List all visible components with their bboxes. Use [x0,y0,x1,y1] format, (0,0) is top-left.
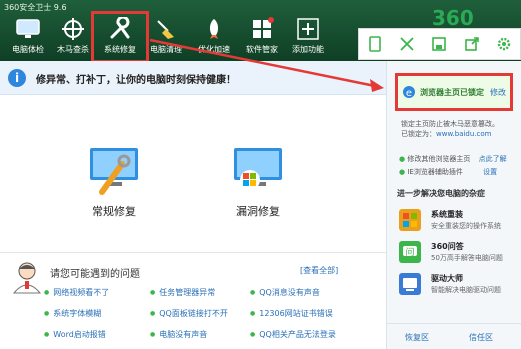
toolbar-item-checkup[interactable]: 电脑体检 [4,14,52,60]
faq-item[interactable]: 系统字体模糊 [44,308,101,319]
faq-item[interactable]: 网络视频看不了 [44,287,109,298]
plus-icon [294,16,322,42]
toolbar-label: 电脑清理 [150,45,182,54]
toolbar-item-software[interactable]: 软件管家 [238,14,286,60]
faq-item[interactable]: 12306网站证书错误 [250,308,332,319]
lock-prefix: 已锁定为： [401,130,436,138]
toolbar-item-speedup[interactable]: 优化加速 [190,14,238,60]
routine-repair-button[interactable]: 常规修复 [74,144,154,219]
vulnerability-repair-button[interactable]: 漏洞修复 [218,144,298,219]
faq-item[interactable]: Word启动报错 [44,329,106,340]
driver-icon [399,273,421,295]
app-name: 驱动大师 [431,274,463,283]
doctor-avatar [12,262,42,294]
svg-text:问: 问 [405,246,414,258]
main-area: 常规修复 漏洞修复 请您可能遇到的问题 [查看全部] 网络视频看不了 任务管理器… [0,96,386,349]
learn-more-link[interactable]: 点此了解 [479,155,507,163]
expand-icon[interactable] [398,35,416,53]
highlight-box [91,11,149,63]
option-other-browser: ● 修改其他浏览器主页 点此了解 [399,154,507,164]
app-system-reinstall[interactable]: 系统重装 安全重装您的操作系统 [399,207,519,237]
routine-repair-label: 常规修复 [92,205,136,218]
faq-item[interactable]: QQ相关产品无法登录 [250,329,336,340]
right-panel-footer: 恢复区 信任区 [387,323,521,349]
svg-text:e: e [406,88,412,99]
lock-description: 锁定主页防止被木马恶意篡改。 [401,120,499,128]
option-label: 修改其他浏览器主页 [407,155,471,163]
windows-icon [399,209,421,231]
right-panel: e 浏览器主页已锁定 修改 锁定主页防止被木马恶意篡改。 已锁定为：www.ba… [386,61,521,349]
modify-link[interactable]: 修改 [490,87,506,98]
app-desc: 安全重装您的操作系统 [431,222,501,230]
toolbar-label: 添加功能 [292,45,324,54]
app-360-qa[interactable]: 问 360问答 50万高手解答电脑问题 [399,239,519,269]
homepage-lock-status: e 浏览器主页已锁定 修改 [395,73,513,111]
broom-icon [152,16,180,42]
app-driver-master[interactable]: 驱动大师 智能解决电脑驱动问题 [399,271,519,301]
toolbar-label: 电脑体检 [12,45,44,54]
logo-360: 360 [432,6,474,30]
gear-icon[interactable] [495,35,513,53]
option-ie-plugin: ● IE浏览器辅助插件 设置 [399,167,497,177]
lock-url[interactable]: www.baidu.com [436,130,492,138]
rocket-icon [200,16,228,42]
lock-target: 已锁定为：www.baidu.com [401,129,492,139]
ie-icon: e [403,86,415,99]
toolbar-label: 软件管家 [246,45,278,54]
section-title: 进一步解决您电脑的杂症 [397,189,485,198]
app-name: 360问答 [431,242,464,251]
tablet-icon[interactable] [366,35,384,53]
view-all-link[interactable]: [查看全部] [300,265,338,276]
faq-item[interactable]: QQ面板链接打不开 [150,308,228,319]
toolbar-item-add[interactable]: 添加功能 [284,14,332,60]
monitor-icon [14,16,42,42]
floating-toolbar [358,28,521,60]
apps-icon [248,16,276,42]
option-label: IE浏览器辅助插件 [407,168,463,176]
app-desc: 智能解决电脑驱动问题 [431,286,501,294]
faq-title: 请您可能遇到的问题 [50,269,140,280]
app-desc: 50万高手解答电脑问题 [431,254,503,262]
faq-item[interactable]: 任务管理器异常 [150,287,215,298]
restore-area-link[interactable]: 恢复区 [405,332,429,343]
banner-text: 修异常、打补丁，让你的电脑时刻保持健康！ [36,75,236,86]
toolbar-item-clean[interactable]: 电脑清理 [142,14,190,60]
info-banner: i 修异常、打补丁，让你的电脑时刻保持健康！ [0,61,386,95]
status-text: 浏览器主页已锁定 [420,88,484,97]
share-icon[interactable] [463,35,481,53]
faq-section: 请您可能遇到的问题 [查看全部] 网络视频看不了 任务管理器异常 QQ消息没有声… [0,252,386,349]
crosshair-icon [59,16,87,42]
vulnerability-repair-icon [234,148,282,190]
trust-area-link[interactable]: 信任区 [469,332,493,343]
window-title: 360安全卫士 9.6 [4,3,67,12]
info-icon: i [8,69,26,87]
save-icon[interactable] [430,35,448,53]
app-name: 系统重装 [431,210,463,219]
toolbar-item-trojan[interactable]: 木马查杀 [49,14,97,60]
toolbar-label: 优化加速 [198,45,230,54]
question-icon: 问 [399,241,421,263]
faq-item[interactable]: QQ消息没有声音 [250,287,320,298]
faq-item[interactable]: 电脑没有声音 [150,329,207,340]
settings-link[interactable]: 设置 [483,168,497,176]
routine-repair-icon [90,148,138,195]
vulnerability-repair-label: 漏洞修复 [236,205,280,218]
toolbar-label: 木马查杀 [57,45,89,54]
